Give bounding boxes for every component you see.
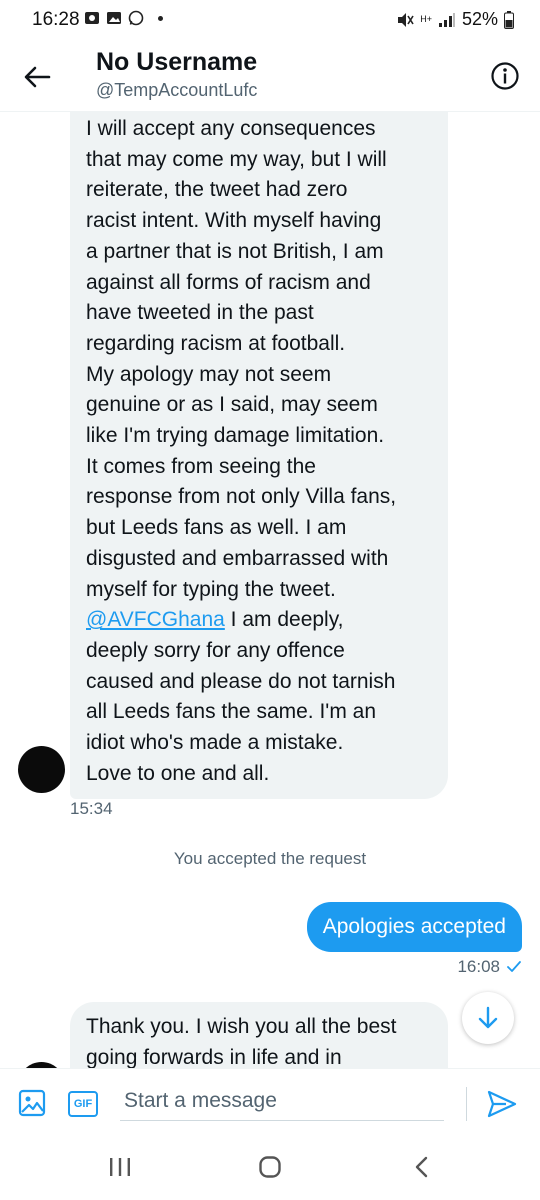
gif-button[interactable]: GIF bbox=[68, 1091, 98, 1117]
mention-link[interactable]: @AVFCGhana bbox=[86, 608, 225, 631]
message-line: disgusted and embarrassed with bbox=[86, 546, 389, 570]
arrow-down-icon bbox=[478, 1006, 498, 1029]
info-icon[interactable] bbox=[490, 61, 520, 91]
image-icon[interactable] bbox=[18, 1089, 46, 1117]
message-line: a partner that is not British, I am bbox=[86, 239, 384, 263]
message-line: like I'm trying damage limitation. bbox=[86, 424, 385, 448]
mute-icon bbox=[398, 12, 414, 27]
message-line: caused and please do not tarnish bbox=[86, 669, 396, 693]
conversation-header: No Username @TempAccountLufc bbox=[0, 40, 540, 112]
message-line: reiterate, the tweet had zero bbox=[86, 178, 348, 202]
whatsapp-notification-icon bbox=[128, 10, 144, 26]
battery-percent: 52% bbox=[461, 9, 498, 29]
sender-avatar[interactable] bbox=[18, 746, 65, 793]
more-notifications-dot bbox=[158, 15, 163, 21]
message-input[interactable] bbox=[120, 1081, 444, 1121]
message-line: I will accept any consequences bbox=[86, 117, 376, 140]
message-line: all Leeds fans the same. I'm an bbox=[86, 700, 377, 724]
scroll-to-bottom-button[interactable] bbox=[462, 992, 514, 1044]
camera-notification-icon bbox=[85, 12, 99, 24]
status-time: 16:28 bbox=[32, 9, 80, 30]
outgoing-message-bubble[interactable]: Apologies accepted bbox=[306, 902, 522, 952]
battery-icon bbox=[504, 10, 514, 29]
message-line: have tweeted in the past bbox=[86, 301, 314, 325]
mention-trailing-text: I am deeply, bbox=[224, 608, 344, 632]
back-arrow-icon[interactable] bbox=[22, 62, 52, 92]
message-line: myself for typing the tweet. bbox=[86, 577, 336, 601]
message-line: deeply sorry for any offence bbox=[86, 638, 345, 662]
message-line: Love to one and all. bbox=[86, 761, 270, 785]
system-message: You accepted the request bbox=[173, 849, 367, 868]
divider bbox=[466, 1087, 467, 1121]
message-line: racist intent. With myself having bbox=[86, 209, 382, 233]
message-line: but Leeds fans as well. I am bbox=[86, 516, 347, 540]
incoming-message-bubble[interactable]: Thank you. I wish you all the best going… bbox=[70, 1002, 448, 1068]
signal-icon bbox=[438, 12, 455, 27]
message-list[interactable]: I will accept any consequences that may … bbox=[0, 112, 540, 1068]
outgoing-timestamp-row: 16:08 bbox=[457, 957, 522, 977]
system-navigation-bar bbox=[0, 1134, 540, 1200]
message-line: Thank you. I wish you all the best bbox=[86, 1015, 397, 1038]
compose-bar: GIF bbox=[0, 1068, 540, 1134]
message-line: It comes from seeing the bbox=[86, 454, 316, 478]
message-line: My apology may not seem bbox=[86, 362, 332, 386]
status-bar: 16:28 H+ 52% bbox=[0, 0, 540, 40]
recents-icon[interactable] bbox=[108, 1156, 132, 1178]
message-line: going forwards in life and in bbox=[86, 1045, 342, 1068]
message-timestamp: 16:08 bbox=[457, 957, 500, 976]
notification-icons bbox=[84, 10, 163, 26]
message-line: @AVFCGhana I am deeply, bbox=[86, 605, 432, 636]
conversation-handle: @TempAccountLufc bbox=[96, 80, 258, 100]
read-check-icon bbox=[507, 961, 521, 972]
system-back-icon[interactable] bbox=[412, 1155, 432, 1179]
message-line: that may come my way, but I will bbox=[86, 147, 387, 171]
message-line: genuine or as I said, may seem bbox=[86, 393, 378, 417]
message-line: idiot who's made a mistake. bbox=[86, 731, 344, 755]
send-icon[interactable] bbox=[486, 1089, 518, 1119]
message-timestamp: 15:34 bbox=[70, 799, 113, 818]
network-type: H+ bbox=[420, 14, 432, 24]
home-icon[interactable] bbox=[258, 1155, 282, 1179]
incoming-message-bubble[interactable]: I will accept any consequences that may … bbox=[70, 112, 448, 800]
conversation-title: No Username bbox=[96, 48, 258, 76]
gallery-notification-icon bbox=[107, 12, 121, 24]
system-status-icons: H+ 52% bbox=[396, 9, 514, 30]
message-line: response from not only Villa fans, bbox=[86, 485, 397, 509]
message-line: against all forms of racism and bbox=[86, 270, 371, 294]
message-line: regarding racism at football. bbox=[86, 331, 346, 355]
